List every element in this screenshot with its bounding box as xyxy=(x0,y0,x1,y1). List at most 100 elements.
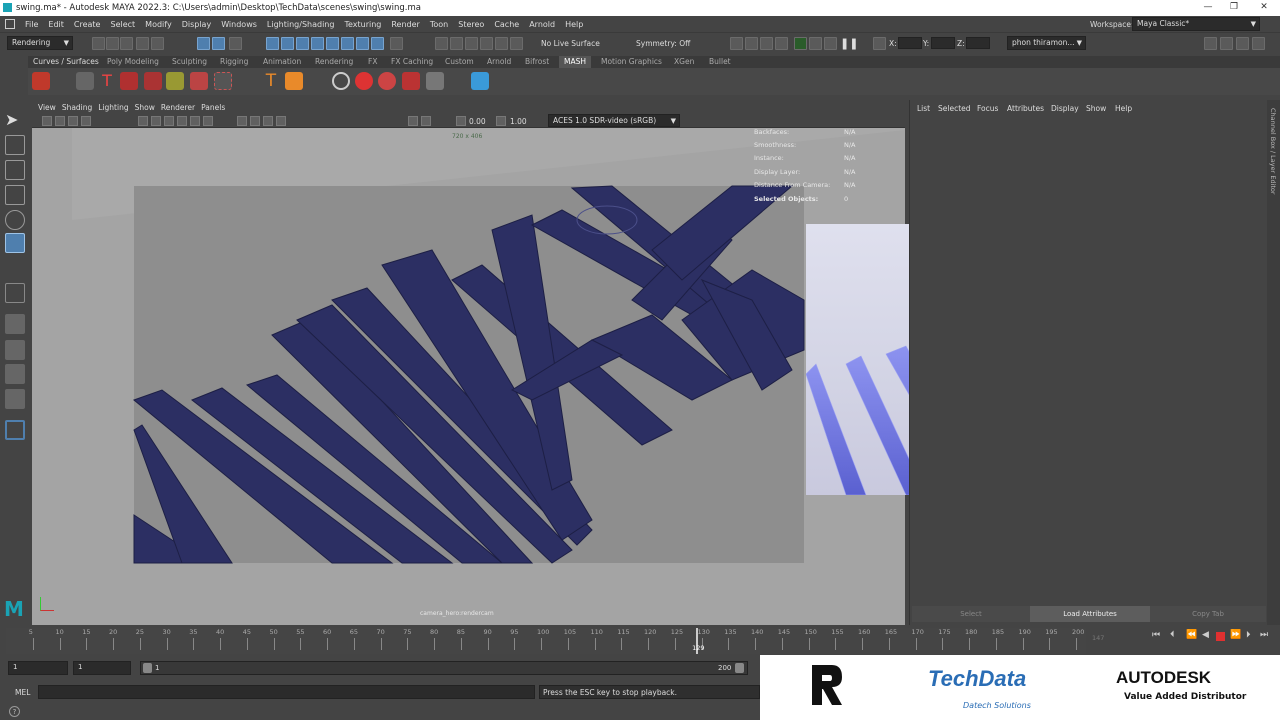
mash-color-icon[interactable] xyxy=(190,72,208,90)
select-component-icon[interactable] xyxy=(229,37,242,50)
lock-icon[interactable] xyxy=(390,37,403,50)
undo-icon[interactable] xyxy=(136,37,149,50)
cb-select-button[interactable]: Select xyxy=(912,606,1030,622)
y-field[interactable] xyxy=(931,37,955,49)
menu-help[interactable]: Help xyxy=(565,20,583,29)
shelf-tab-bullet[interactable]: Bullet xyxy=(704,56,736,68)
cb-menu-list[interactable]: List xyxy=(917,104,930,113)
isolate-icon[interactable] xyxy=(237,116,247,126)
mask-joint-icon[interactable] xyxy=(371,37,384,50)
camera-attr-icon[interactable] xyxy=(42,116,52,126)
hypershade-icon[interactable] xyxy=(775,37,788,50)
textured-icon[interactable] xyxy=(177,116,187,126)
step-forward-icon[interactable]: ⏵ xyxy=(1246,630,1251,640)
rotate-tool-icon[interactable] xyxy=(5,210,25,230)
render-view-icon[interactable] xyxy=(794,37,807,50)
mash-sphere-icon[interactable] xyxy=(355,72,373,90)
play-back-icon[interactable]: ◀ xyxy=(1202,630,1209,640)
pause-icon[interactable]: ❚❚ xyxy=(840,37,858,50)
mash-paint-icon[interactable] xyxy=(144,72,162,90)
vp-menu-panels[interactable]: Panels xyxy=(201,103,225,112)
mask-face-icon[interactable] xyxy=(296,37,309,50)
close-button[interactable]: ✕ xyxy=(1250,0,1278,16)
command-input[interactable] xyxy=(38,685,535,699)
cb-menu-show[interactable]: Show xyxy=(1086,104,1106,113)
snap-view-icon[interactable] xyxy=(480,37,493,50)
type-tool-icon[interactable]: T xyxy=(262,72,280,90)
restore-button[interactable]: ❐ xyxy=(1220,0,1248,16)
mash-network-icon[interactable] xyxy=(32,72,50,90)
aa-icon[interactable] xyxy=(263,116,273,126)
menu-select[interactable]: Select xyxy=(110,20,135,29)
shelf-tab-rigging[interactable]: Rigging xyxy=(215,56,253,68)
range-start-handle[interactable] xyxy=(143,663,152,673)
range-start-field[interactable]: 1 xyxy=(73,661,131,675)
cb-load-attributes-button[interactable]: Load Attributes xyxy=(1030,606,1150,622)
viewport-panel[interactable]: 720 x 406 Backfaces: N/A Smoothness: N/A… xyxy=(32,100,905,625)
gamma-icon[interactable] xyxy=(496,116,506,126)
select-hierarchy-icon[interactable] xyxy=(212,37,225,50)
arnold-ipr-icon[interactable] xyxy=(824,37,837,50)
scale-tool-icon[interactable] xyxy=(5,233,25,253)
render-settings-icon[interactable] xyxy=(760,37,773,50)
range-end-handle[interactable] xyxy=(735,663,744,673)
snap-surface-icon[interactable] xyxy=(495,37,508,50)
move-tool-icon[interactable] xyxy=(5,185,25,205)
vp-menu-renderer[interactable]: Renderer xyxy=(161,103,195,112)
smooth-shade-icon[interactable] xyxy=(164,116,174,126)
shelf-tab-xgen[interactable]: XGen xyxy=(669,56,699,68)
vp-menu-shading[interactable]: Shading xyxy=(62,103,92,112)
timeline-track[interactable]: 5 10 15 20 25 30 35 40 45 50 55 60 65 70 75 80 85 90 95 100… xyxy=(6,628,1086,654)
menu-modify[interactable]: Modify xyxy=(145,20,172,29)
four-view-icon[interactable] xyxy=(5,340,25,360)
arnold-render-icon[interactable] xyxy=(809,37,822,50)
camera-lock-icon[interactable] xyxy=(55,116,65,126)
goto-start-icon[interactable]: ⏮ xyxy=(1152,630,1160,640)
shelf-tab-poly-modeling[interactable]: Poly Modeling xyxy=(102,56,164,68)
svg-tool-icon[interactable] xyxy=(285,72,303,90)
time-slider[interactable]: 5 10 15 20 25 30 35 40 45 50 55 60 65 70 75 80 85 90 95 100… xyxy=(0,625,1280,658)
minimize-button[interactable]: — xyxy=(1194,0,1222,16)
mask-object-icon[interactable] xyxy=(311,37,324,50)
cb-menu-help[interactable]: Help xyxy=(1115,104,1132,113)
prev-key-icon[interactable]: ⏪ xyxy=(1186,630,1197,640)
mash-breakout-icon[interactable] xyxy=(166,72,184,90)
ipr-render-icon[interactable] xyxy=(745,37,758,50)
tool-settings-icon[interactable] xyxy=(1236,37,1249,50)
shelf-tab-fx-caching[interactable]: FX Caching xyxy=(386,56,438,68)
menu-lighting-shading[interactable]: Lighting/Shading xyxy=(267,20,335,29)
shelf-tab-rendering[interactable]: Rendering xyxy=(310,56,358,68)
channel-box-icon[interactable] xyxy=(1252,37,1265,50)
workspace-dropdown[interactable]: Maya Classic* ▼ xyxy=(1132,17,1260,31)
next-key-icon[interactable]: ⏩ xyxy=(1230,630,1241,640)
mask-surface-icon[interactable] xyxy=(341,37,354,50)
step-back-icon[interactable]: ⏴ xyxy=(1170,630,1175,640)
mash-spin-icon[interactable] xyxy=(332,72,350,90)
shelf-tab-fx[interactable]: FX xyxy=(363,56,382,68)
paint-select-icon[interactable] xyxy=(5,160,25,180)
mask-vertex-icon[interactable] xyxy=(266,37,279,50)
gamma-value[interactable]: 1.00 xyxy=(510,117,527,126)
menu-arnold[interactable]: Arnold xyxy=(529,20,555,29)
shelf-tab-curves-surfaces[interactable]: Curves / Surfaces xyxy=(28,56,104,68)
modeling-toolkit-icon[interactable] xyxy=(1204,37,1217,50)
goto-end-icon[interactable]: ⏭ xyxy=(1260,630,1268,640)
menuset-dropdown[interactable]: Rendering ▼ xyxy=(7,36,73,50)
vp-menu-lighting[interactable]: Lighting xyxy=(98,103,128,112)
mask-deformer-icon[interactable] xyxy=(356,37,369,50)
resolution-gate-icon[interactable] xyxy=(408,116,418,126)
vp-menu-show[interactable]: Show xyxy=(135,103,155,112)
select-tool-icon[interactable] xyxy=(197,37,210,50)
shelf-tab-animation[interactable]: Animation xyxy=(258,56,306,68)
start-time-field[interactable]: 1 xyxy=(8,661,68,675)
shelf-tab-custom[interactable]: Custom xyxy=(440,56,479,68)
shadows-icon[interactable] xyxy=(203,116,213,126)
menu-windows[interactable]: Windows xyxy=(221,20,257,29)
xray-icon[interactable] xyxy=(250,116,260,126)
mask-curve-icon[interactable] xyxy=(326,37,339,50)
select-arrow-icon[interactable]: ➤ xyxy=(5,110,25,130)
channel-box-side-tab[interactable]: Channel Box / Layer Editor xyxy=(1267,100,1280,625)
mash-placer-icon[interactable] xyxy=(426,72,444,90)
cb-copy-tab-button[interactable]: Copy Tab xyxy=(1150,606,1266,622)
two-view-icon[interactable] xyxy=(5,364,25,384)
